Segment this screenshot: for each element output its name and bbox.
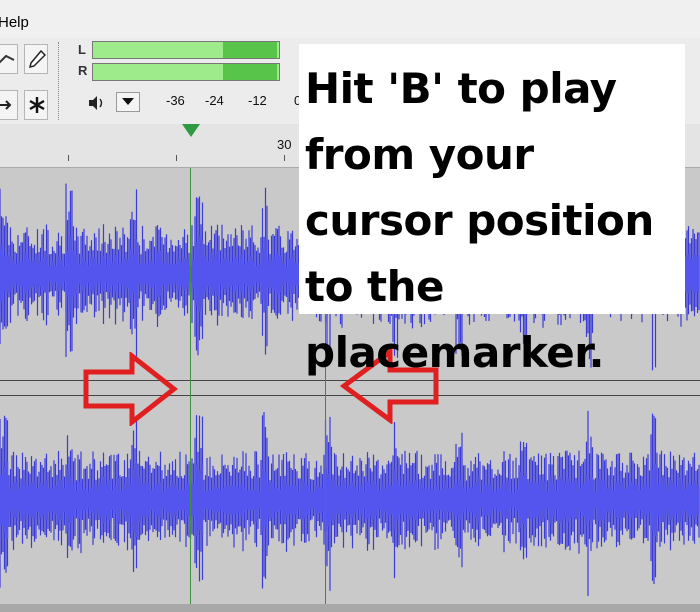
waveform-right: [0, 410, 700, 596]
output-device-dropdown[interactable]: [116, 92, 140, 112]
ruler-tick: [176, 155, 177, 161]
play-position-marker[interactable]: [182, 124, 200, 143]
speaker-icon: [88, 95, 108, 114]
pencil-icon: [28, 50, 46, 69]
asterisk-icon: [29, 97, 45, 113]
ruler-label: 30: [277, 137, 292, 152]
meter-tick-label: -24: [205, 93, 224, 108]
meter-tick-label: -12: [248, 93, 267, 108]
callout-text: Hit 'B' to play from your cursor positio…: [305, 64, 654, 377]
time-shift-tool-button[interactable]: [0, 90, 18, 120]
meter-left[interactable]: [92, 41, 280, 59]
meter-right-label: R: [78, 63, 88, 78]
meter-left-label: L: [78, 42, 86, 57]
ruler-tick: [68, 155, 69, 161]
arrow-right-icon: [0, 100, 12, 110]
draw-tool-button[interactable]: [24, 44, 48, 74]
arrow-right-icon: [83, 352, 178, 426]
chevron-down-icon: [122, 98, 134, 105]
menu-help[interactable]: Help: [0, 14, 29, 31]
envelope-tool-button[interactable]: [0, 44, 18, 74]
meter-right[interactable]: [92, 63, 280, 81]
instruction-callout: Hit 'B' to play from your cursor positio…: [299, 44, 685, 377]
toolbar-separator[interactable]: [58, 42, 62, 120]
ruler-tick: [284, 155, 285, 161]
track-bottom-edge: [0, 604, 700, 612]
envelope-tool-icon: [0, 54, 15, 64]
menu-bar: Help: [0, 0, 700, 39]
waveform-channel-right[interactable]: [0, 396, 700, 604]
cursor-line[interactable]: [190, 168, 191, 612]
meter-tick-label: -36: [166, 93, 185, 108]
multi-tool-button[interactable]: [24, 90, 48, 120]
